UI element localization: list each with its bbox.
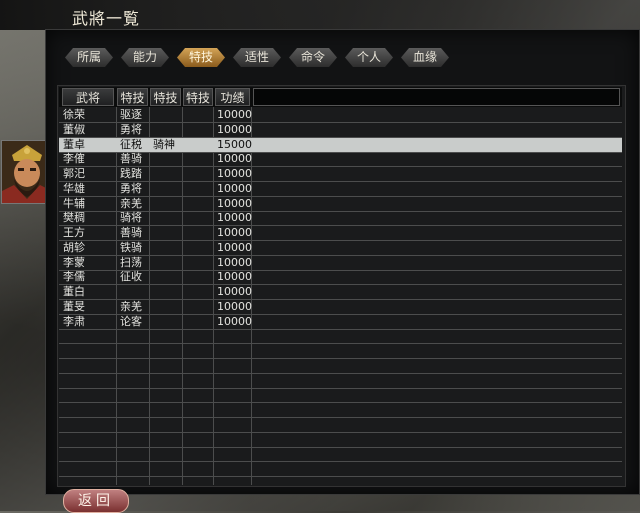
column-header-general[interactable]: 武将 bbox=[62, 88, 114, 106]
column-header-empty bbox=[253, 88, 620, 106]
empty-table-row bbox=[59, 388, 622, 404]
merit-cell: 10000 bbox=[217, 167, 252, 180]
general-name-cell: 董旻 bbox=[63, 299, 85, 313]
general-name-cell: 李儒 bbox=[63, 270, 85, 284]
tab-aptitude[interactable]: 适性 bbox=[233, 48, 281, 67]
skill-1-cell: 亲羌 bbox=[120, 299, 142, 313]
merit-cell: 10000 bbox=[217, 181, 252, 195]
general-name-cell: 胡轸 bbox=[63, 240, 85, 254]
empty-table-row bbox=[59, 403, 622, 418]
general-name-cell: 樊稠 bbox=[63, 211, 85, 225]
tab-skills[interactable]: 特技 bbox=[177, 48, 225, 67]
column-header-skill-1[interactable]: 特技 bbox=[117, 88, 148, 106]
column-header-skill-3[interactable]: 特技 bbox=[183, 88, 213, 106]
merit-cell: 10000 bbox=[217, 108, 252, 121]
general-name-cell: 牛辅 bbox=[63, 196, 85, 210]
general-name-cell: 董俶 bbox=[63, 122, 85, 136]
merit-cell: 10000 bbox=[217, 152, 252, 166]
table-row[interactable]: 董俶 勇将 10000 bbox=[59, 123, 622, 138]
merit-cell: 10000 bbox=[217, 285, 252, 298]
table-row[interactable]: 李傕 善骑 10000 bbox=[59, 152, 622, 168]
merit-cell: 10000 bbox=[217, 196, 252, 210]
table-row[interactable]: 郭汜 践踏 10000 bbox=[59, 167, 622, 182]
skill-1-cell: 善骑 bbox=[120, 152, 142, 166]
merit-cell: 10000 bbox=[217, 211, 252, 225]
empty-table-row bbox=[59, 359, 622, 374]
general-name-cell: 李傕 bbox=[63, 152, 85, 166]
tab-affiliation[interactable]: 所属 bbox=[65, 48, 113, 67]
skill-1-cell: 驱逐 bbox=[120, 108, 142, 121]
merit-cell: 10000 bbox=[217, 299, 252, 313]
tab-personal[interactable]: 个人 bbox=[345, 48, 393, 67]
skill-1-cell: 勇将 bbox=[120, 122, 142, 136]
table-row[interactable]: 樊稠 骑将 10000 bbox=[59, 211, 622, 227]
empty-table-row bbox=[59, 433, 622, 448]
general-name-cell: 徐荣 bbox=[63, 108, 85, 121]
empty-table-row bbox=[59, 447, 622, 463]
table-row[interactable]: 徐荣 驱逐 10000 bbox=[59, 108, 622, 123]
tab-command[interactable]: 命令 bbox=[289, 48, 337, 67]
skill-1-cell: 勇将 bbox=[120, 181, 142, 195]
skill-1-cell: 论客 bbox=[120, 314, 142, 328]
general-name-cell: 郭汜 bbox=[63, 167, 85, 180]
column-header-merit[interactable]: 功绩 bbox=[215, 88, 250, 106]
back-button[interactable]: 返回 bbox=[63, 489, 129, 513]
general-name-cell: 李肃 bbox=[63, 314, 85, 328]
skill-1-cell: 亲羌 bbox=[120, 196, 142, 210]
merit-cell: 10000 bbox=[217, 314, 252, 328]
skill-1-cell: 践踏 bbox=[120, 167, 142, 180]
empty-table-row bbox=[59, 462, 622, 477]
table-row[interactable]: 华雄 勇将 10000 bbox=[59, 182, 622, 197]
table-row[interactable]: 牛辅 亲羌 10000 bbox=[59, 197, 622, 212]
merit-cell: 10000 bbox=[217, 122, 252, 136]
merit-cell: 10000 bbox=[217, 270, 252, 284]
table-row[interactable]: 胡轸 铁骑 10000 bbox=[59, 241, 622, 256]
window-title: 武將一覧 bbox=[72, 9, 141, 28]
table-row[interactable]: 李肃 论客 10000 bbox=[59, 315, 622, 330]
merit-cell: 10000 bbox=[217, 255, 252, 269]
skill-1-cell: 善骑 bbox=[120, 226, 142, 239]
table-row[interactable]: 董白 10000 bbox=[59, 285, 622, 300]
empty-table-row bbox=[59, 344, 622, 359]
empty-table-row bbox=[59, 329, 622, 345]
tab-ability[interactable]: 能力 bbox=[121, 48, 169, 67]
skill-1-cell: 铁骑 bbox=[120, 240, 142, 254]
general-name-cell: 董白 bbox=[63, 285, 85, 298]
skill-1-cell: 骑将 bbox=[120, 211, 142, 225]
column-header-skill-2[interactable]: 特技 bbox=[150, 88, 181, 106]
merit-cell: 10000 bbox=[217, 240, 252, 254]
merit-cell: 15000 bbox=[217, 137, 252, 151]
skill-2-cell: 骑神 bbox=[153, 137, 175, 151]
general-name-cell: 华雄 bbox=[63, 181, 85, 195]
merit-cell: 10000 bbox=[217, 226, 252, 239]
skill-1-cell: 征税 bbox=[120, 137, 142, 151]
table-row[interactable]: 李蒙 扫荡 10000 bbox=[59, 256, 622, 271]
title-bar: 武將一覧 bbox=[0, 0, 640, 30]
table-row[interactable]: 董卓 征税 骑神 15000 bbox=[59, 137, 622, 153]
table-row[interactable]: 李儒 征收 10000 bbox=[59, 270, 622, 286]
table-row[interactable]: 董旻 亲羌 10000 bbox=[59, 300, 622, 315]
general-name-cell: 董卓 bbox=[63, 137, 85, 151]
general-name-cell: 李蒙 bbox=[63, 255, 85, 269]
general-name-cell: 王方 bbox=[63, 226, 85, 239]
table-row[interactable]: 王方 善骑 10000 bbox=[59, 226, 622, 241]
skill-1-cell: 扫荡 bbox=[120, 255, 142, 269]
tab-lineage[interactable]: 血缘 bbox=[401, 48, 449, 67]
skill-1-cell: 征收 bbox=[120, 270, 142, 284]
empty-table-row bbox=[59, 374, 622, 389]
empty-table-row bbox=[59, 418, 622, 433]
